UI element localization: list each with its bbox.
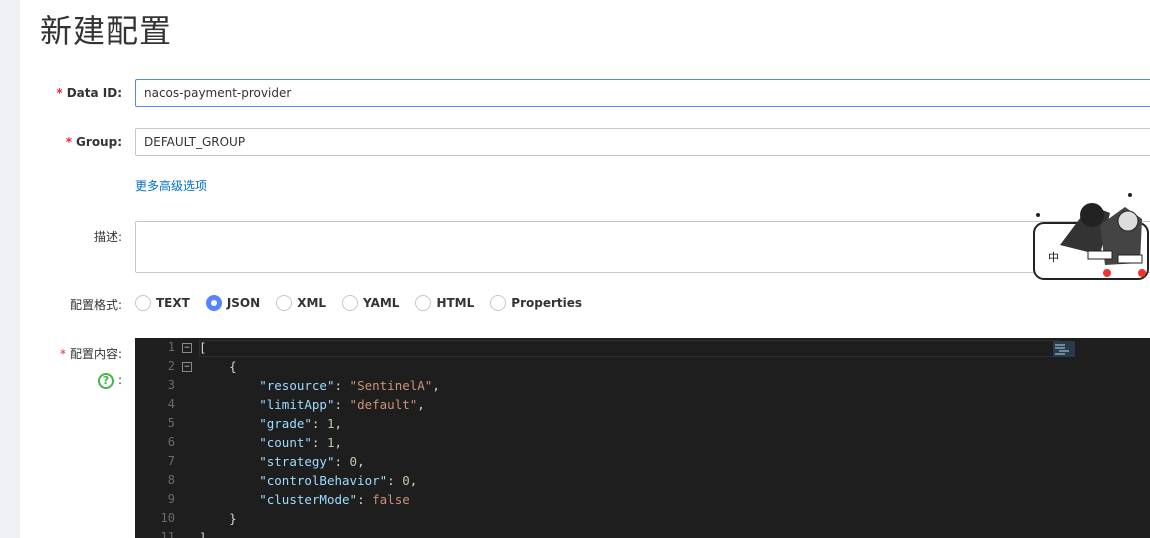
code-line-4: "limitApp": "default", [199, 397, 425, 412]
left-rail [0, 0, 20, 538]
help-colon: : [118, 373, 123, 387]
code-text: "limitApp": "default", [259, 397, 425, 412]
code-line-11: ] [199, 530, 207, 538]
radio-button[interactable] [415, 295, 432, 311]
radio-label: Properties [511, 296, 583, 310]
code-line-2: { [199, 359, 237, 374]
format-option-yaml[interactable]: YAML [342, 295, 399, 311]
active-line-highlight [199, 340, 1059, 357]
line-number: 7 [167, 454, 175, 468]
radio-button[interactable] [342, 295, 359, 311]
required-mark: * [56, 86, 63, 100]
code-text: "grade": 1, [259, 416, 343, 431]
code-text: "count": 1, [259, 435, 343, 450]
code-text: ] [199, 530, 207, 538]
minimap[interactable] [1053, 341, 1075, 357]
line-number: 9 [167, 492, 175, 506]
format-option-xml[interactable]: XML [276, 295, 326, 311]
code-text: } [199, 511, 237, 526]
code-line-6: "count": 1, [199, 435, 342, 450]
code-line-9: "clusterMode": false [199, 492, 410, 507]
required-mark: * [59, 347, 66, 361]
radio-label: TEXT [156, 296, 190, 310]
code-text: "resource": "SentinelA", [259, 378, 440, 393]
description-label: 描述: [93, 230, 122, 244]
format-option-json[interactable]: JSON [205, 295, 261, 311]
code-line-7: "strategy": 0, [199, 454, 365, 469]
required-mark: * [65, 135, 73, 149]
data-id-label: * Data ID: [22, 86, 122, 100]
code-editor[interactable]: 1 2 3 4 5 6 7 8 9 10 11 − − [ { "resourc… [135, 338, 1150, 538]
code-text: "strategy": 0, [259, 454, 365, 469]
content-label-text: 配置内容: [69, 347, 122, 361]
code-text: { [199, 359, 237, 374]
line-number: 6 [167, 435, 175, 449]
radio-label: YAML [363, 296, 400, 310]
radio-label: JSON [226, 296, 261, 310]
code-line-8: "controlBehavior": 0, [199, 473, 417, 488]
advanced-options-link[interactable]: 更多高级选项 [135, 177, 207, 194]
format-option-properties[interactable]: Properties [490, 295, 582, 311]
line-number: 4 [167, 397, 175, 411]
code-text: "controlBehavior": 0, [259, 473, 418, 488]
code-text: [ [199, 340, 207, 355]
line-number: 11 [160, 530, 175, 538]
code-text: "clusterMode": false [259, 492, 410, 507]
format-label: 配置格式: [69, 298, 122, 312]
radio-button[interactable] [135, 295, 151, 311]
data-id-input[interactable] [135, 79, 1150, 107]
group-label-text: Group: [76, 135, 122, 149]
code-line-10: } [199, 511, 237, 526]
format-option-html[interactable]: HTML [415, 295, 474, 311]
code-line-1: [ [199, 340, 207, 355]
line-number: 2 [167, 359, 175, 373]
radio-label: HTML [436, 296, 475, 310]
format-option-text[interactable]: TEXT [135, 295, 190, 311]
fold-toggle-icon[interactable]: − [182, 343, 192, 353]
sticker-text: 中 [1048, 251, 1059, 264]
fold-toggle-icon[interactable]: − [182, 362, 192, 372]
format-radio-group: TEXT JSON XML YAML HTML Properties [135, 292, 598, 314]
line-number: 3 [167, 378, 175, 392]
line-number: 10 [160, 511, 175, 525]
question-circle-icon[interactable]: ? [98, 373, 114, 389]
radio-button[interactable] [490, 295, 507, 311]
anime-sticker-image: 中 [1033, 193, 1149, 280]
group-label: * Group: [22, 135, 122, 149]
radio-label: XML [297, 296, 327, 310]
line-number: 1 [167, 340, 175, 354]
description-textarea[interactable] [135, 221, 1150, 273]
line-number: 8 [167, 473, 175, 487]
radio-button-checked[interactable] [205, 295, 222, 311]
code-line-3: "resource": "SentinelA", [199, 378, 440, 393]
group-input[interactable] [135, 128, 1150, 156]
radio-button[interactable] [276, 295, 293, 311]
line-number: 5 [167, 416, 175, 430]
code-line-5: "grade": 1, [199, 416, 342, 431]
page-title: 新建配置 [40, 12, 173, 50]
data-id-label-text: Data ID: [66, 86, 122, 100]
content-label: * 配置内容: [22, 345, 122, 362]
